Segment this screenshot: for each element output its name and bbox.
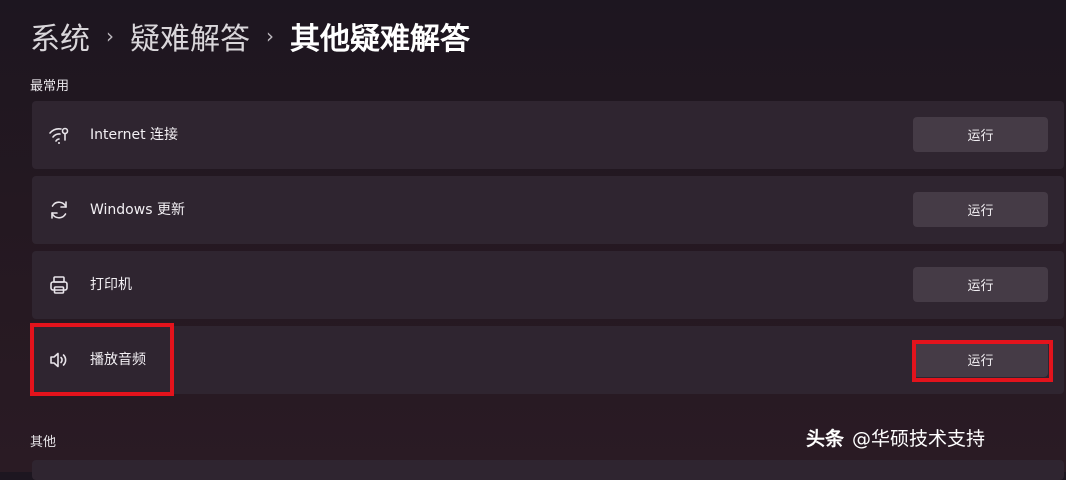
run-button-internet[interactable]: 运行 xyxy=(913,117,1048,152)
highlight-box-button xyxy=(912,340,1053,382)
troubleshooter-card-partial xyxy=(32,460,1064,480)
refresh-icon xyxy=(46,197,72,223)
highlight-box-label xyxy=(30,323,174,396)
section-title-other: 其他 xyxy=(30,435,57,450)
page-title: 其他疑难解答 xyxy=(290,22,470,57)
watermark-brand: 头条 xyxy=(806,428,845,450)
chevron-right-icon: › xyxy=(266,24,274,48)
troubleshooter-label: Windows 更新 xyxy=(90,202,185,218)
wifi-icon xyxy=(46,122,72,148)
chevron-right-icon: › xyxy=(106,24,114,48)
troubleshooter-label: Internet 连接 xyxy=(90,127,179,143)
printer-icon xyxy=(46,272,72,298)
troubleshooter-playing-audio: 播放音频 运行 xyxy=(32,326,1064,394)
watermark: 头条 @华硕技术支持 xyxy=(806,424,985,451)
breadcrumb: 系统 › 疑难解答 › 其他疑难解答 xyxy=(30,14,470,58)
watermark-handle: @华硕技术支持 xyxy=(852,428,986,450)
troubleshooter-windows-update: Windows 更新 运行 xyxy=(32,176,1064,244)
troubleshooter-internet: Internet 连接 运行 xyxy=(32,101,1064,169)
run-button-windows-update[interactable]: 运行 xyxy=(913,192,1048,227)
troubleshooter-label: 打印机 xyxy=(90,277,132,293)
troubleshooter-printer: 打印机 运行 xyxy=(32,251,1064,319)
section-title-most-used: 最常用 xyxy=(30,79,70,94)
breadcrumb-item-system[interactable]: 系统 xyxy=(30,14,90,58)
breadcrumb-item-troubleshoot[interactable]: 疑难解答 xyxy=(130,14,250,58)
run-button-printer[interactable]: 运行 xyxy=(913,267,1048,302)
